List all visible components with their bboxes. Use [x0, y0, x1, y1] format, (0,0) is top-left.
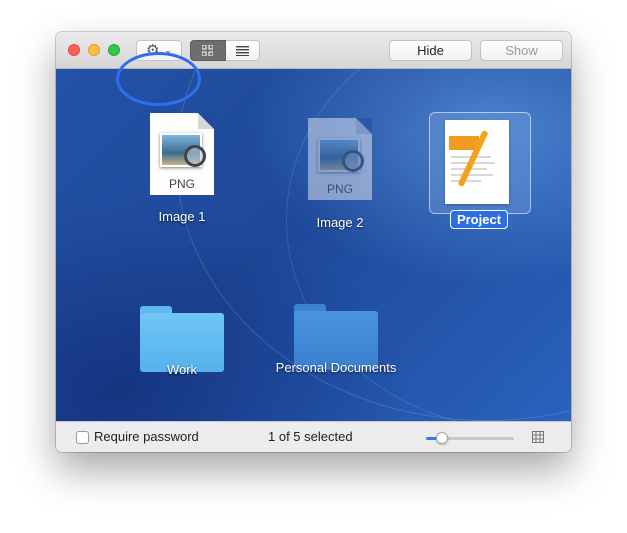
item-label[interactable]: Image 2	[317, 215, 364, 230]
image-2-label-wrap: Image 2	[304, 214, 376, 232]
chevron-down-icon: ⌄	[164, 45, 172, 55]
minimize-button[interactable]	[88, 44, 100, 56]
require-password-label[interactable]: Require password	[94, 429, 199, 444]
item-label[interactable]: Personal Documents	[276, 360, 397, 375]
icon-view-button[interactable]	[190, 40, 226, 61]
grid-size-icon[interactable]	[532, 431, 544, 443]
project-label-wrap: Project	[439, 210, 519, 229]
zoom-button[interactable]	[108, 44, 120, 56]
page-fold	[356, 118, 372, 134]
hide-button[interactable]: Hide	[389, 40, 472, 61]
project-pages-icon[interactable]	[445, 120, 509, 204]
grid-icon	[202, 45, 214, 56]
finder-window: ⚙ ⌄ Hide Show PNG Image 1 PNG Image 2 Pr…	[56, 32, 571, 452]
show-button[interactable]: Show	[480, 40, 563, 61]
magnifier-icon	[342, 150, 364, 172]
list-view-button[interactable]	[225, 40, 260, 61]
work-label-wrap: Work	[152, 361, 212, 379]
item-label-selected[interactable]: Project	[449, 210, 509, 229]
titlebar: ⚙ ⌄ Hide Show	[56, 32, 571, 69]
close-button[interactable]	[68, 44, 80, 56]
require-password-checkbox[interactable]	[76, 431, 89, 444]
icon-grid-area: PNG Image 1 PNG Image 2 Project Work Per…	[56, 69, 571, 421]
file-type-badge: PNG	[326, 182, 353, 196]
magnifier-icon	[184, 145, 206, 167]
slider-knob[interactable]	[435, 432, 448, 444]
text-line	[451, 174, 493, 176]
view-mode-control	[190, 40, 260, 61]
list-icon	[235, 45, 249, 56]
image-1-icon[interactable]: PNG	[150, 113, 214, 195]
action-menu-button[interactable]: ⚙ ⌄	[136, 40, 182, 61]
selection-status: 1 of 5 selected	[268, 429, 353, 444]
personal-documents-label-wrap: Personal Documents	[266, 359, 406, 377]
page-fold	[198, 113, 214, 129]
file-type-badge: PNG	[168, 177, 195, 191]
item-label[interactable]: Work	[167, 362, 197, 377]
image-2-icon[interactable]: PNG	[308, 118, 372, 200]
item-label[interactable]: Image 1	[159, 209, 206, 224]
gear-icon: ⚙	[146, 42, 160, 59]
image-1-label-wrap: Image 1	[146, 208, 218, 226]
status-bar: Require password 1 of 5 selected	[56, 421, 571, 452]
